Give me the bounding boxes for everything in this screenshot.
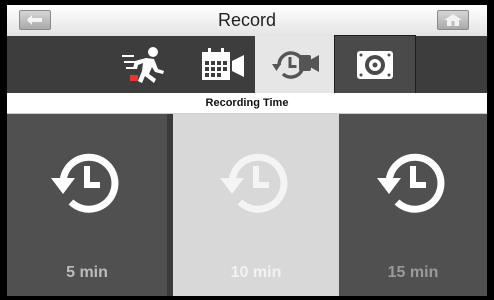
title-bar: Record bbox=[7, 5, 487, 37]
disk-icon bbox=[357, 50, 393, 79]
tab-storage[interactable] bbox=[334, 35, 416, 94]
clock-camera-icon bbox=[272, 50, 319, 79]
section-title: Recording Time bbox=[7, 93, 487, 114]
option-15-min[interactable]: 15 min bbox=[339, 114, 487, 296]
option-label: 5 min bbox=[66, 264, 108, 281]
history-clock-icon bbox=[220, 153, 288, 213]
page-title: Record bbox=[217, 10, 277, 30]
home-icon bbox=[444, 14, 462, 26]
history-clock-icon bbox=[51, 153, 119, 213]
screen: Record Recording Time 5 min 10 min 15 mi… bbox=[7, 5, 487, 296]
tab-motion-detect[interactable] bbox=[103, 36, 183, 93]
history-clock-icon bbox=[377, 153, 445, 213]
running-person-icon bbox=[122, 46, 164, 83]
option-label: 15 min bbox=[387, 264, 439, 281]
calendar-camera-icon bbox=[202, 47, 244, 80]
option-label: 10 min bbox=[230, 264, 282, 281]
option-10-min[interactable]: 10 min bbox=[173, 114, 339, 296]
home-button[interactable] bbox=[437, 10, 469, 30]
tab-recording-time[interactable] bbox=[255, 36, 335, 93]
option-5-min[interactable]: 5 min bbox=[7, 114, 167, 296]
tab-schedule[interactable] bbox=[183, 36, 263, 93]
tab-bar bbox=[7, 35, 487, 94]
